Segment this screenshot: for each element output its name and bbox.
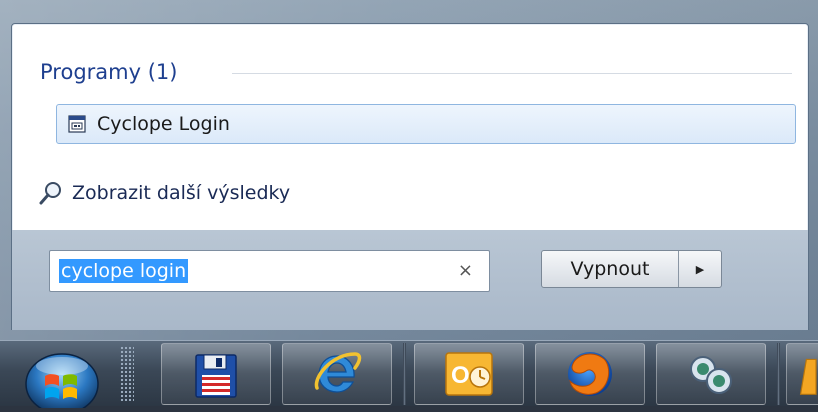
taskbar-grip[interactable]	[120, 346, 134, 401]
floppy-disk-icon	[195, 354, 237, 398]
result-label: Cyclope Login	[97, 113, 230, 135]
group-header-divider	[232, 73, 792, 74]
taskbar-item-firefox[interactable]	[535, 343, 645, 405]
shutdown-control: Vypnout ▶	[541, 250, 722, 288]
taskbar-separator	[403, 343, 406, 405]
taskbar-item-save-app[interactable]	[161, 343, 271, 405]
search-icon	[38, 180, 64, 206]
taskbar-item-partial[interactable]	[786, 343, 818, 405]
svg-text:O: O	[451, 362, 470, 389]
taskbar-item-chat-app[interactable]	[656, 343, 766, 405]
app-window-icon	[67, 114, 87, 134]
chat-bubbles-icon	[690, 356, 732, 394]
see-more-results-label: Zobrazit další výsledky	[72, 182, 291, 204]
result-item-cyclope-login[interactable]: Cyclope Login	[56, 104, 796, 144]
shutdown-options-arrow-icon[interactable]: ▶	[679, 251, 721, 287]
taskbar-separator	[777, 343, 780, 405]
windows-logo-icon	[25, 353, 99, 412]
start-button[interactable]	[21, 352, 103, 412]
programs-group-label: Programy (1)	[40, 60, 178, 84]
taskbar-item-outlook[interactable]: O	[414, 343, 524, 405]
clear-search-icon[interactable]: ×	[458, 260, 473, 282]
taskbar-item-internet-explorer[interactable]	[282, 343, 392, 405]
shutdown-button[interactable]: Vypnout	[542, 251, 679, 287]
firefox-icon	[568, 352, 612, 396]
outlook-icon: O	[445, 352, 493, 396]
see-more-results-link[interactable]: Zobrazit další výsledky	[38, 178, 290, 208]
programs-group-header: Programy (1)	[40, 57, 177, 87]
search-input[interactable]: cyclope login ×	[49, 250, 490, 292]
app-icon	[799, 358, 817, 395]
internet-explorer-icon	[314, 352, 362, 393]
search-input-value: cyclope login	[59, 259, 189, 283]
